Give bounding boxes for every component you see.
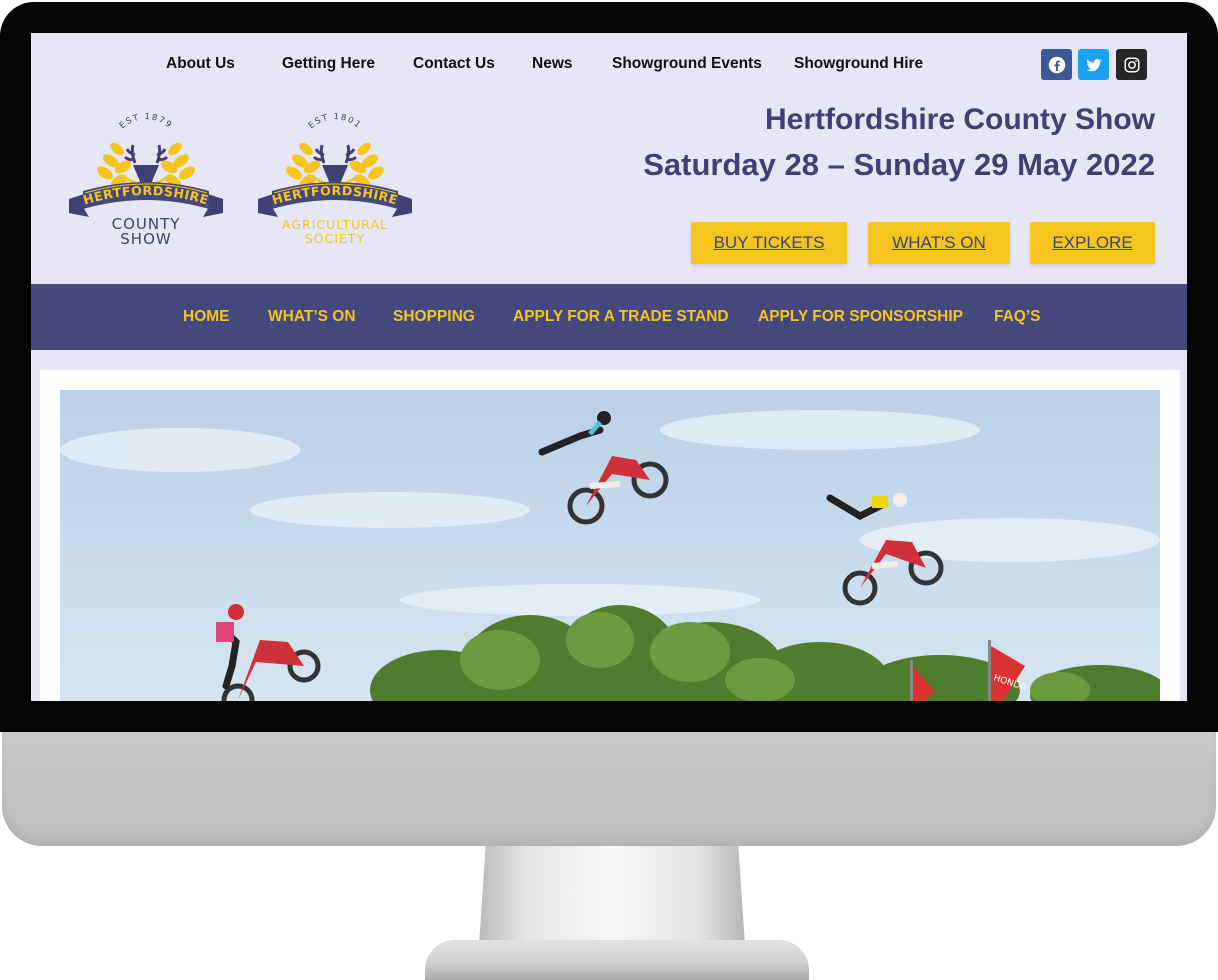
svg-text:EST 1879: EST 1879 — [118, 112, 174, 131]
show-title: Hertfordshire County Show — [764, 103, 1155, 136]
main-nav-apply-trade-stand[interactable]: APPLY FOR A TRADE STAND — [513, 308, 729, 326]
explore-button[interactable]: EXPLORE — [1030, 222, 1155, 264]
motocross-rider — [216, 604, 321, 701]
buy-tickets-button[interactable]: BUY TICKETS — [691, 222, 847, 264]
svg-text:SOCIETY: SOCIETY — [305, 231, 365, 246]
county-show-emblem: EST 1879 HERTFORDSHIRE COUNTY SHOW — [69, 112, 223, 248]
hero-image: HONDA — [60, 390, 1160, 701]
main-nav-home[interactable]: HOME — [183, 308, 230, 326]
nav-showground-hire[interactable]: Showground Hire — [794, 55, 923, 73]
monitor-stand-base — [425, 940, 809, 980]
svg-text:EST 1801: EST 1801 — [307, 112, 363, 131]
main-nav-shopping[interactable]: SHOPPING — [393, 308, 475, 326]
twitter-button[interactable] — [1078, 49, 1109, 80]
show-dates: Saturday 28 – Sunday 29 May 2022 — [643, 147, 1155, 182]
svg-text:AGRICULTURAL: AGRICULTURAL — [282, 217, 388, 232]
nav-about-us[interactable]: About Us — [166, 55, 235, 73]
main-nav-whats-on[interactable]: WHAT’S ON — [268, 308, 356, 326]
nav-showground-events[interactable]: Showground Events — [612, 55, 762, 73]
top-navigation: About Us Getting Here Contact Us News Sh… — [31, 51, 1187, 79]
main-navigation: HOME WHAT’S ON SHOPPING APPLY FOR A TRAD… — [31, 284, 1187, 350]
nav-contact-us[interactable]: Contact Us — [413, 55, 495, 73]
agricultural-society-emblem: EST 1801 HERTFORDSHIRE AGRICULTURAL SOCI… — [258, 112, 412, 246]
whats-on-button[interactable]: WHAT'S ON — [868, 222, 1010, 264]
facebook-icon — [1048, 56, 1065, 73]
content-card: HONDA — [40, 370, 1180, 701]
instagram-button[interactable] — [1116, 49, 1147, 80]
nav-news[interactable]: News — [532, 55, 573, 73]
motocross-rider — [538, 411, 669, 525]
agricultural-society-logo[interactable]: EST 1801 HERTFORDSHIRE AGRICULTURAL SOCI… — [250, 109, 420, 249]
svg-text:SHOW: SHOW — [120, 230, 171, 248]
nav-getting-here[interactable]: Getting Here — [282, 55, 375, 73]
instagram-icon — [1124, 57, 1139, 72]
facebook-button[interactable] — [1041, 49, 1072, 80]
main-nav-apply-sponsorship[interactable]: APPLY FOR SPONSORSHIP — [758, 308, 963, 326]
website-screen: About Us Getting Here Contact Us News Sh… — [31, 33, 1187, 701]
main-nav-faqs[interactable]: FAQ’S — [994, 308, 1041, 326]
county-show-logo[interactable]: EST 1879 HERTFORDSHIRE COUNTY SHOW — [61, 109, 231, 249]
twitter-icon — [1086, 58, 1101, 71]
